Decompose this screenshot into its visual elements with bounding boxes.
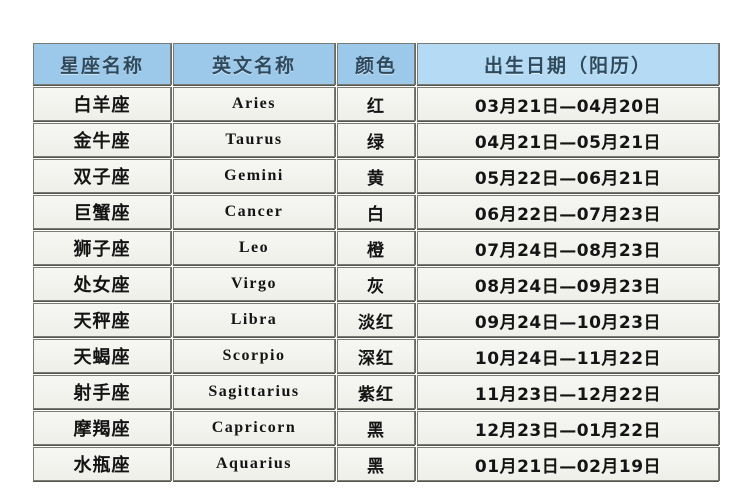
cell-english: Aries	[173, 87, 335, 121]
cell-english: Aquarius	[173, 447, 335, 481]
cell-name: 处女座	[33, 267, 171, 301]
cell-name: 狮子座	[33, 231, 171, 265]
cell-color: 橙	[337, 231, 415, 265]
cell-name: 射手座	[33, 375, 171, 409]
cell-birthday: 07月24日—08月23日	[417, 231, 719, 265]
table-header-row: 星座名称 英文名称 颜色 出生日期（阳历）	[33, 43, 719, 85]
cell-english: Sagittarius	[173, 375, 335, 409]
table-row: 金牛座 Taurus 绿 04月21日—05月21日	[33, 123, 719, 157]
cell-color: 红	[337, 87, 415, 121]
cell-color: 黑	[337, 447, 415, 481]
cell-color: 白	[337, 195, 415, 229]
cell-birthday: 08月24日—09月23日	[417, 267, 719, 301]
cell-color: 黑	[337, 411, 415, 445]
zodiac-table: 星座名称 英文名称 颜色 出生日期（阳历） 白羊座 Aries 红 03月21日—04…	[31, 41, 721, 483]
cell-english: Libra	[173, 303, 335, 337]
cell-color: 紫红	[337, 375, 415, 409]
cell-name: 天蝎座	[33, 339, 171, 373]
cell-name: 摩羯座	[33, 411, 171, 445]
column-header-english: 英文名称	[173, 43, 335, 85]
cell-english: Scorpio	[173, 339, 335, 373]
cell-birthday: 06月22日—07月23日	[417, 195, 719, 229]
column-header-color: 颜色	[337, 43, 415, 85]
table-body: 白羊座 Aries 红 03月21日—04月20日 金牛座 Taurus 绿 04月21日—0…	[33, 87, 719, 481]
cell-english: Virgo	[173, 267, 335, 301]
column-header-birthday: 出生日期（阳历）	[417, 43, 719, 85]
table-row: 天蝎座 Scorpio 深红 10月24日—11月22日	[33, 339, 719, 373]
table-row: 摩羯座 Capricorn 黑 12月23日—01月22日	[33, 411, 719, 445]
cell-birthday: 05月22日—06月21日	[417, 159, 719, 193]
cell-color: 深红	[337, 339, 415, 373]
cell-name: 巨蟹座	[33, 195, 171, 229]
cell-english: Gemini	[173, 159, 335, 193]
cell-birthday: 10月24日—11月22日	[417, 339, 719, 373]
cell-name: 白羊座	[33, 87, 171, 121]
cell-english: Capricorn	[173, 411, 335, 445]
column-header-name: 星座名称	[33, 43, 171, 85]
table-header: 星座名称 英文名称 颜色 出生日期（阳历）	[33, 43, 719, 85]
document-sheet: 星座名称 英文名称 颜色 出生日期（阳历） 白羊座 Aries 红 03月21日—04…	[0, 0, 750, 500]
cell-english: Taurus	[173, 123, 335, 157]
cell-birthday: 01月21日—02月19日	[417, 447, 719, 481]
cell-english: Cancer	[173, 195, 335, 229]
cell-name: 双子座	[33, 159, 171, 193]
table-row: 处女座 Virgo 灰 08月24日—09月23日	[33, 267, 719, 301]
cell-color: 黄	[337, 159, 415, 193]
table-row: 水瓶座 Aquarius 黑 01月21日—02月19日	[33, 447, 719, 481]
table-row: 天秤座 Libra 淡红 09月24日—10月23日	[33, 303, 719, 337]
cell-name: 金牛座	[33, 123, 171, 157]
cell-name: 水瓶座	[33, 447, 171, 481]
cell-birthday: 04月21日—05月21日	[417, 123, 719, 157]
table-row: 巨蟹座 Cancer 白 06月22日—07月23日	[33, 195, 719, 229]
cell-color: 灰	[337, 267, 415, 301]
cell-birthday: 11月23日—12月22日	[417, 375, 719, 409]
cell-birthday: 12月23日—01月22日	[417, 411, 719, 445]
cell-color: 淡红	[337, 303, 415, 337]
table-row: 狮子座 Leo 橙 07月24日—08月23日	[33, 231, 719, 265]
cell-birthday: 03月21日—04月20日	[417, 87, 719, 121]
cell-color: 绿	[337, 123, 415, 157]
cell-name: 天秤座	[33, 303, 171, 337]
cell-birthday: 09月24日—10月23日	[417, 303, 719, 337]
cell-english: Leo	[173, 231, 335, 265]
table-row: 双子座 Gemini 黄 05月22日—06月21日	[33, 159, 719, 193]
table-row: 射手座 Sagittarius 紫红 11月23日—12月22日	[33, 375, 719, 409]
table-row: 白羊座 Aries 红 03月21日—04月20日	[33, 87, 719, 121]
